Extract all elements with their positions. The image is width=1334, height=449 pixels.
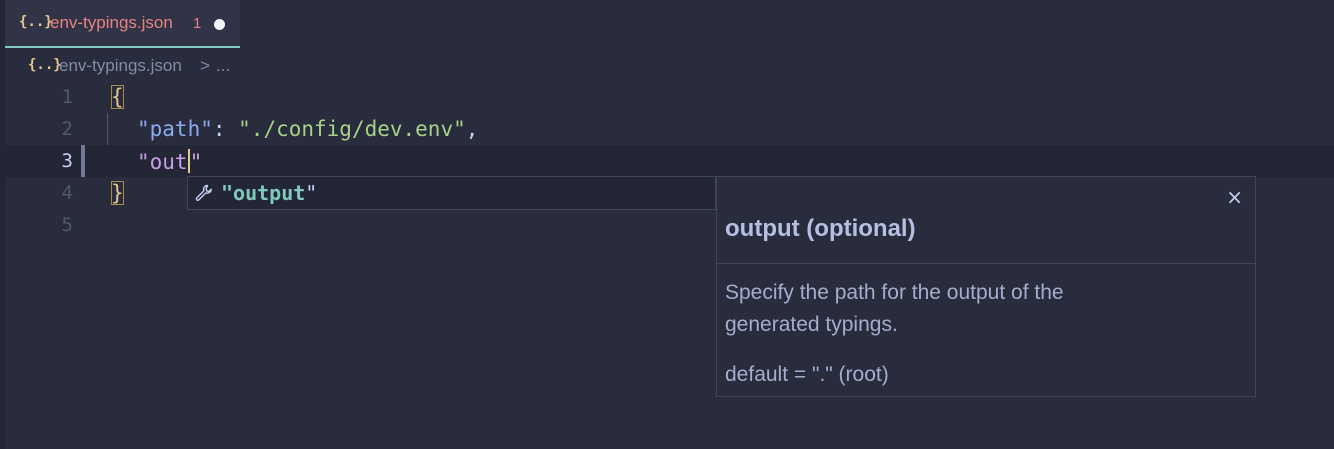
details-default: default = "." (root) bbox=[725, 363, 889, 386]
suggestion-label: "output" bbox=[221, 181, 317, 205]
details-description: Specify the path for the output of the g… bbox=[725, 281, 1064, 336]
wrench-icon bbox=[195, 184, 212, 201]
suggestion-match: "output bbox=[221, 181, 306, 205]
breadcrumb-symbols[interactable]: ... bbox=[216, 56, 230, 76]
json-string-value: "./config/dev.env" bbox=[238, 117, 466, 141]
json-key: "path" bbox=[137, 117, 213, 141]
details-title: output (optional) bbox=[725, 215, 916, 242]
code-content[interactable]: "out" bbox=[137, 149, 202, 174]
editor-window: {..} env-typings.json 1 {..} env-typings… bbox=[0, 0, 1334, 449]
code-line-1[interactable]: 1 { bbox=[5, 81, 1334, 113]
open-brace: { bbox=[111, 85, 124, 109]
details-divider bbox=[717, 263, 1255, 264]
code-line-3[interactable]: 3 "out" bbox=[5, 145, 1334, 177]
json-comma: , bbox=[465, 117, 479, 141]
line-number: 4 bbox=[61, 182, 73, 204]
code-content[interactable]: "path": "./config/dev.env", bbox=[137, 117, 478, 141]
breadcrumb-file[interactable]: env-typings.json bbox=[59, 56, 182, 76]
current-line-marker bbox=[81, 145, 85, 177]
json-colon: : bbox=[212, 117, 239, 141]
line-number: 2 bbox=[61, 118, 73, 140]
close-brace: } bbox=[111, 181, 124, 205]
suggest-widget: "output" bbox=[187, 176, 716, 210]
line-number: 3 bbox=[61, 150, 73, 172]
tab-bar: {..} env-typings.json 1 bbox=[5, 0, 1334, 48]
json-braces-icon: {..} bbox=[19, 14, 53, 30]
line-number: 5 bbox=[61, 214, 73, 236]
code-content[interactable]: { bbox=[111, 85, 124, 109]
code-line-2[interactable]: 2 "path": "./config/dev.env", bbox=[5, 113, 1334, 145]
line-number: 1 bbox=[61, 86, 73, 108]
json-braces-icon: {..} bbox=[28, 57, 62, 73]
closing-quote: " bbox=[189, 150, 203, 174]
close-icon[interactable]: × bbox=[1226, 185, 1243, 209]
suggestion-item[interactable]: "output" bbox=[188, 177, 715, 209]
tab-env-typings-json[interactable]: {..} env-typings.json 1 bbox=[5, 0, 240, 48]
suggestion-rest: " bbox=[305, 181, 318, 205]
tab-title: env-typings.json bbox=[50, 13, 173, 32]
code-content[interactable]: } bbox=[111, 181, 124, 205]
unsaved-dot-icon[interactable] bbox=[214, 19, 225, 30]
chevron-right-icon: > bbox=[200, 56, 210, 75]
typed-key: "out bbox=[137, 150, 188, 174]
problem-count-badge: 1 bbox=[193, 15, 202, 32]
suggest-details-panel: × output (optional) Specify the path for… bbox=[716, 176, 1256, 397]
